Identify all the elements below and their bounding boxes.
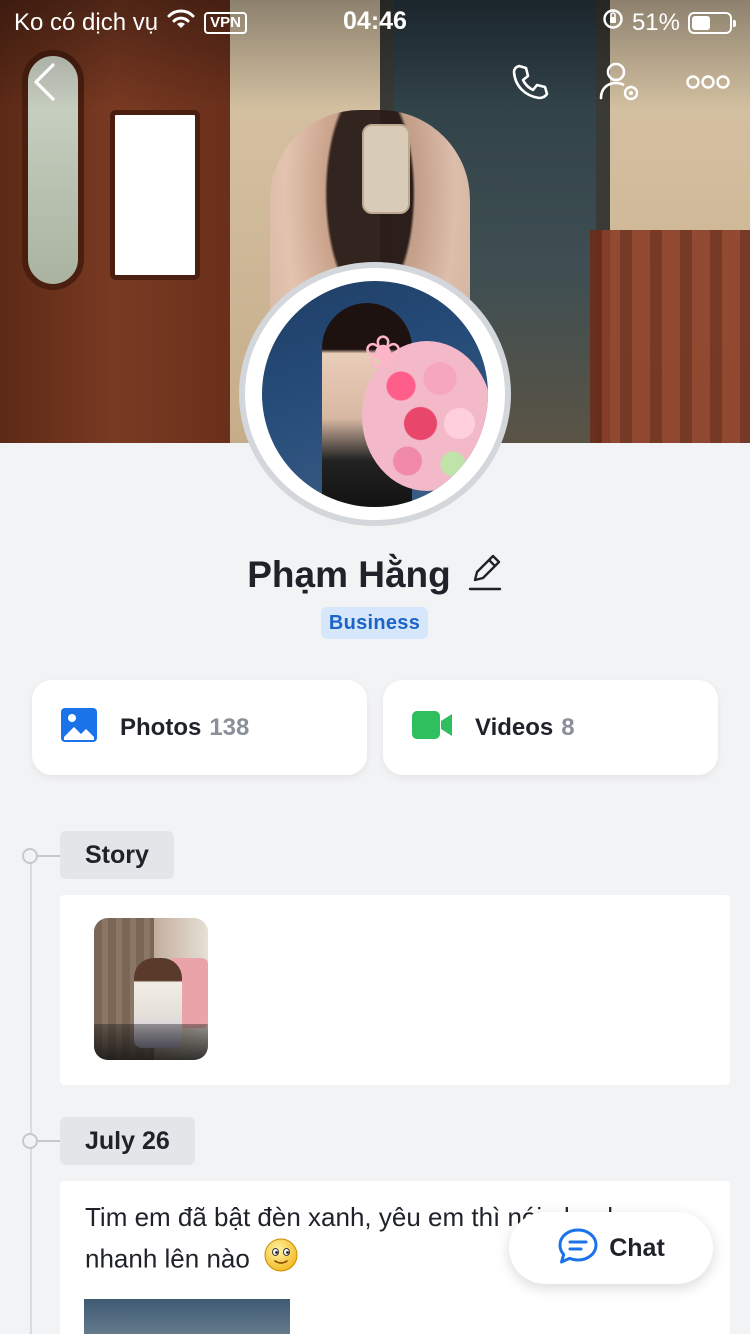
timeline-dot-story (22, 848, 38, 864)
photos-count: 138 (209, 713, 250, 741)
post-image[interactable] (84, 1299, 290, 1334)
flower-sticker-icon: ❀ (363, 326, 403, 378)
battery-percent: 51% (631, 8, 680, 36)
chat-label: Chat (609, 1233, 665, 1262)
more-button[interactable] (683, 60, 733, 108)
video-camera-icon (411, 709, 453, 746)
story-panel (60, 895, 730, 1085)
profile-settings-button[interactable] (596, 60, 644, 108)
status-bar: Ko có dịch vụ VPN 04:46 51% (0, 0, 750, 42)
story-tag: Story (60, 831, 174, 879)
photos-card[interactable]: Photos 138 (32, 680, 367, 775)
more-dots-icon (685, 74, 731, 95)
cover-phone (362, 124, 410, 214)
call-button[interactable] (506, 60, 554, 108)
timeline-line (30, 858, 32, 1334)
business-badge: Business (321, 607, 428, 639)
pencil-icon (467, 554, 503, 596)
chat-bubble-icon (557, 1227, 599, 1270)
timeline-dot-post (22, 1133, 38, 1149)
back-button[interactable] (20, 60, 68, 108)
name-row: Phạm Hằng (0, 552, 750, 597)
image-icon (60, 707, 98, 748)
chat-button[interactable]: Chat (509, 1212, 713, 1284)
videos-card[interactable]: Videos 8 (383, 680, 718, 775)
story-thumbnail[interactable] (94, 918, 208, 1060)
battery-icon (688, 11, 736, 34)
post-date-tag: July 26 (60, 1117, 195, 1165)
orientation-lock-icon (602, 8, 624, 37)
videos-label: Videos (475, 713, 554, 741)
status-right: 51% (602, 8, 736, 37)
profile-name: Phạm Hằng (247, 553, 451, 595)
smiling-face-icon (263, 1237, 299, 1284)
photos-label: Photos (120, 713, 202, 741)
videos-count: 8 (561, 713, 575, 741)
avatar-ring[interactable]: ❀ (239, 262, 511, 526)
cover-stairs (590, 230, 750, 443)
phone-icon (509, 61, 551, 108)
chevron-left-icon (31, 62, 57, 107)
user-settings-icon (598, 60, 642, 109)
edit-name-button[interactable] (467, 552, 503, 597)
avatar[interactable]: ❀ (262, 281, 488, 507)
